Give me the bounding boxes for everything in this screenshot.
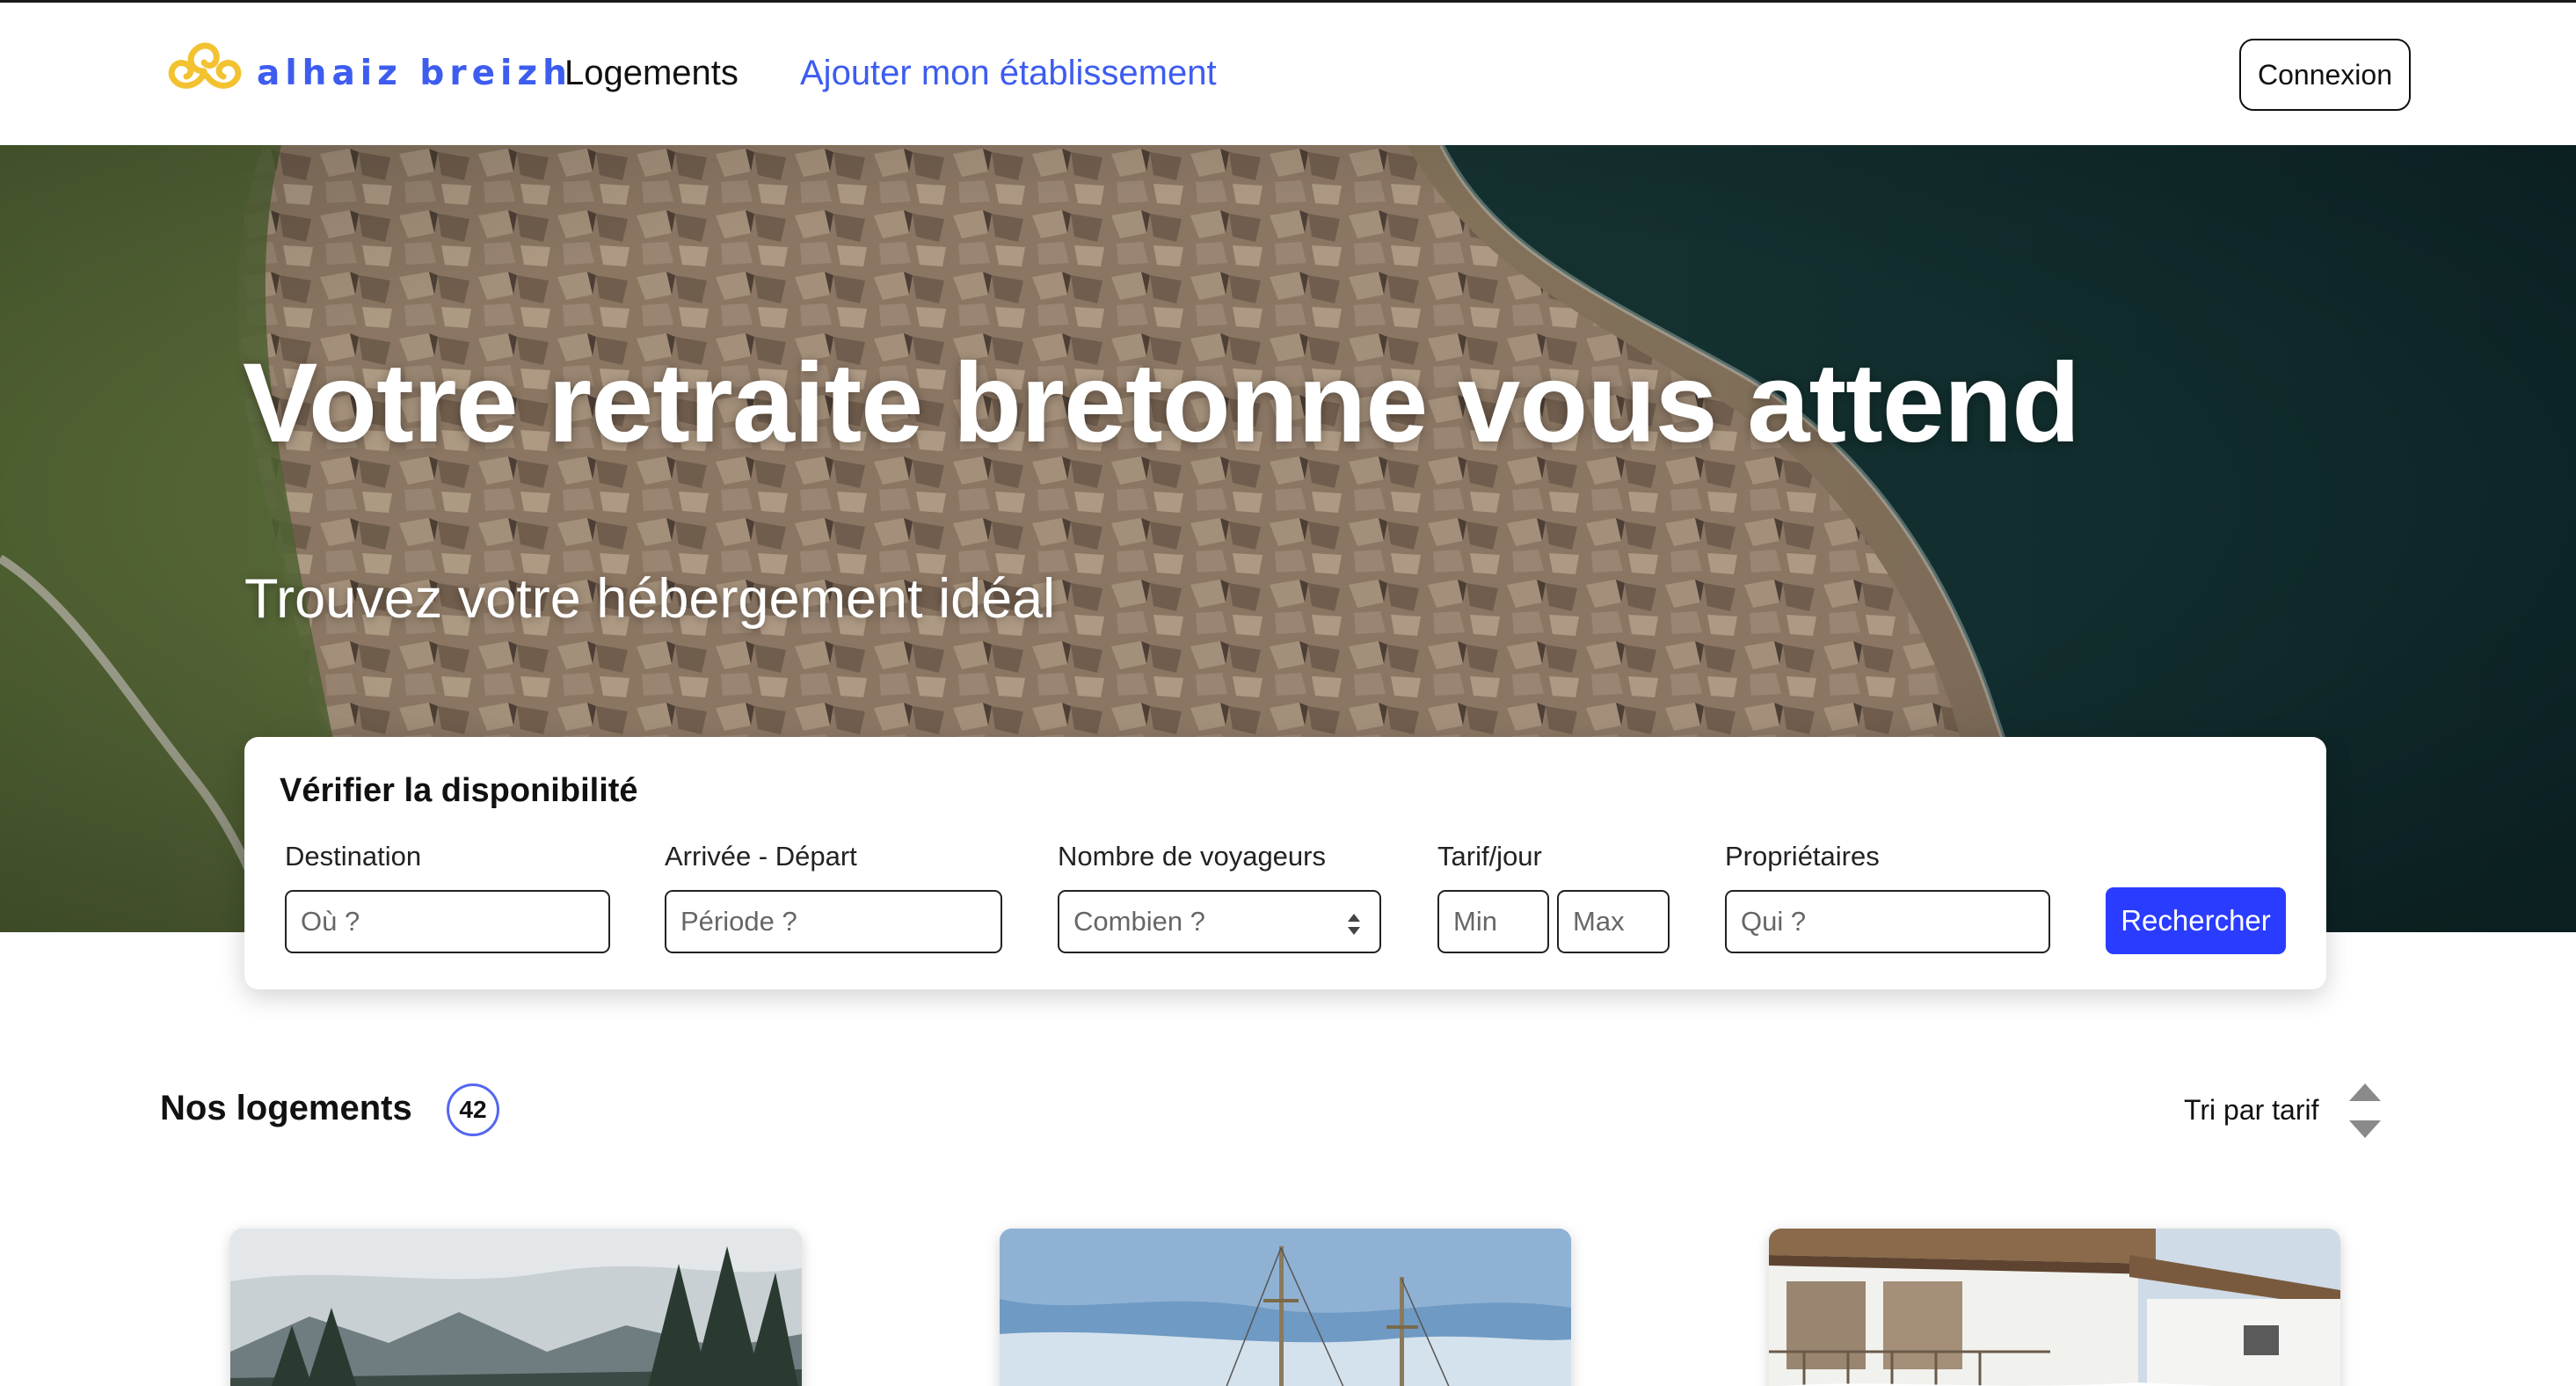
hero-subtitle: Trouvez votre hébergement idéal: [244, 568, 1056, 630]
price-label: Tarif/jour: [1437, 841, 1542, 872]
number-stepper-icon[interactable]: [1345, 911, 1363, 937]
hero-title: Votre retraite bretonne vous attend: [243, 340, 2080, 466]
listing-photo-white-house: [1769, 1229, 2340, 1386]
guests-label: Nombre de voyageurs: [1058, 841, 1326, 872]
listing-card[interactable]: [1769, 1229, 2340, 1386]
price-min-input[interactable]: [1437, 890, 1549, 953]
owners-label: Propriétaires: [1725, 841, 1880, 872]
dates-input[interactable]: [665, 890, 1002, 953]
price-max-input[interactable]: [1557, 890, 1670, 953]
triskelion-logo-icon[interactable]: [156, 33, 251, 117]
navbar: alhaiz breizh Logements Ajouter mon étab…: [0, 3, 2576, 145]
brand-name[interactable]: alhaiz breizh: [257, 54, 572, 93]
listings-count-badge: 42: [447, 1083, 499, 1136]
listing-photo-sailboat: [1000, 1229, 1571, 1386]
destination-label: Destination: [285, 841, 422, 872]
nav-link-ajouter-etablissement[interactable]: Ajouter mon établissement: [800, 54, 1217, 93]
guests-number-input[interactable]: [1058, 890, 1381, 953]
nav-link-logements[interactable]: Logements: [564, 54, 739, 93]
sort-arrows-icon[interactable]: [2347, 1082, 2383, 1140]
listings-title: Nos logements: [160, 1089, 412, 1127]
listing-card[interactable]: [230, 1229, 802, 1386]
listing-card[interactable]: [1000, 1229, 1571, 1386]
listing-photo-mountain-forest: [230, 1229, 802, 1386]
dates-label: Arrivée - Départ: [665, 841, 857, 872]
destination-input[interactable]: [285, 890, 610, 953]
login-button[interactable]: Connexion: [2239, 39, 2411, 111]
availability-search-form: Vérifier la disponibilité Destination Ar…: [244, 737, 2326, 989]
sort-label[interactable]: Tri par tarif: [2184, 1094, 2319, 1127]
owners-input[interactable]: [1725, 890, 2050, 953]
search-button[interactable]: Rechercher: [2106, 887, 2286, 954]
search-form-title: Vérifier la disponibilité: [280, 772, 638, 809]
